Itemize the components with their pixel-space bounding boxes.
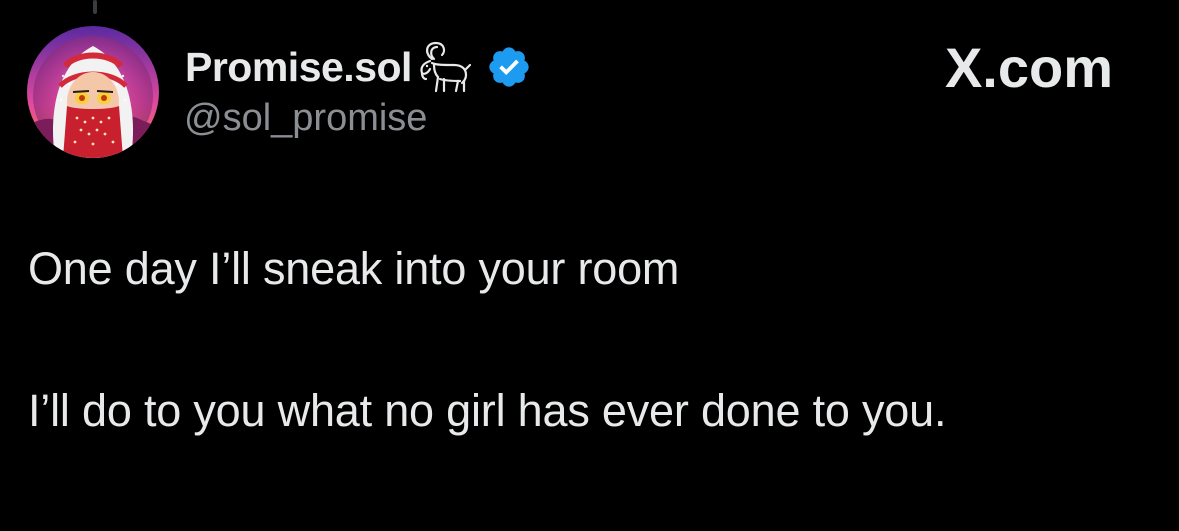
author-handle[interactable]: @sol_promise xyxy=(184,99,427,137)
avatar[interactable] xyxy=(27,26,159,158)
verified-icon[interactable] xyxy=(486,44,532,90)
thread-connector-line xyxy=(93,0,97,14)
post-text-line-2: I’ll do to you what no girl has ever don… xyxy=(28,385,947,436)
author-name-row: Promise.sol xyxy=(185,40,532,94)
post-text-line-1: One day I’ll sneak into your room xyxy=(28,243,680,294)
avatar-image xyxy=(27,26,159,158)
brand-logo: X.com xyxy=(944,36,1113,99)
goat-icon xyxy=(414,39,472,95)
author-display-name[interactable]: Promise.sol xyxy=(185,46,412,88)
post-card: Promise.sol @sol_promise X.com One day I… xyxy=(0,0,1179,531)
